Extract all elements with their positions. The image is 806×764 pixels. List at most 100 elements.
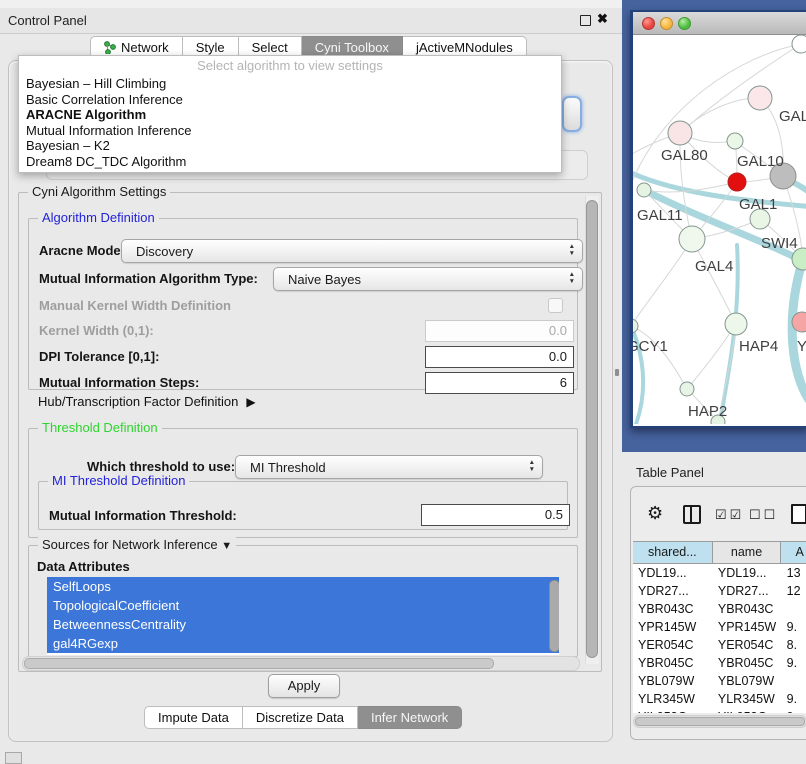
table-cell: YPR145W [713, 618, 782, 636]
settings-horizontal-scrollbar-thumb[interactable] [24, 658, 494, 669]
data-attributes-list: SelfLoopsTopologicalCoefficientBetweenne… [47, 577, 559, 655]
table-cell: YIL053C [713, 708, 782, 713]
table-row[interactable]: YDR27...YDR27...12 [633, 582, 806, 600]
minimize-button[interactable] [660, 17, 673, 30]
dpi-tolerance-label: DPI Tolerance [0,1]: [39, 349, 159, 364]
node-gal7[interactable] [748, 86, 772, 110]
node-red[interactable] [728, 173, 746, 191]
node-label-gal4: GAL4 [695, 258, 733, 275]
scrollbar-thumb[interactable] [635, 717, 805, 726]
tab-impute-data[interactable]: Impute Data [144, 706, 243, 729]
node-label-gal11: GAL11 [637, 207, 683, 224]
deselect-checkboxes-icon[interactable]: ☐☐ [749, 507, 778, 523]
table-cell: YER054C [713, 636, 782, 654]
table-cell: YLR345W [713, 690, 782, 708]
control-panel-titlebar: Control Panel ✖ [0, 8, 622, 34]
collapse-arrow-icon[interactable]: ▼ [221, 540, 232, 552]
algorithm-option-mutual-information-inference[interactable]: Mutual Information Inference [19, 123, 561, 139]
table-row[interactable]: YIL053CYIL053C9 [633, 708, 806, 713]
which-threshold-select[interactable]: MI Threshold ▲▼ [235, 455, 543, 479]
table-row[interactable]: YBL079WYBL079W [633, 672, 806, 690]
tab-label: Cyni Toolbox [315, 40, 389, 55]
aracne-mode-select[interactable]: Discovery ▲▼ [121, 239, 583, 263]
mi-steps-input[interactable]: 6 [425, 372, 574, 394]
algorithm-option-dream8-dc-tdc-algorithm[interactable]: Dream8 DC_TDC Algorithm [19, 154, 561, 170]
network-view-window: GAL7GAL80GAL10GAL1SWI4GAL11GAL4GCY1HAP4Y… [630, 10, 806, 428]
node-attribute-table: shared...nameA YDL19...YDL19...13YDR27..… [633, 541, 806, 713]
float-window-icon[interactable] [580, 15, 591, 26]
hub-definition-toggle[interactable]: Hub/Transcription Factor Definition ▶ [38, 394, 256, 409]
focused-spinner-fragment[interactable] [562, 96, 582, 132]
algorithm-option-aracne-algorithm[interactable]: ARACNE Algorithm [19, 107, 561, 123]
tab-discretize-data[interactable]: Discretize Data [243, 706, 358, 729]
attribute-item-betweennesscentrality[interactable]: BetweennessCentrality [47, 615, 559, 634]
table-row[interactable]: YDL19...YDL19...13 [633, 564, 806, 582]
zoom-button[interactable] [678, 17, 691, 30]
node-gcy1[interactable] [633, 319, 638, 333]
panel-corner-icon[interactable] [5, 752, 22, 764]
attribute-item-gal4rgexp[interactable]: gal4RGexp [47, 634, 559, 653]
network-window-titlebar[interactable] [633, 12, 806, 35]
table-row[interactable]: YER054CYER054C8. [633, 636, 806, 654]
algorithm-option-bayesian-hill-climbing[interactable]: Bayesian – Hill Climbing [19, 76, 561, 92]
table-cell: 9 [782, 708, 806, 713]
node-hap4[interactable] [725, 313, 747, 335]
table-cell: YDL19... [713, 564, 782, 582]
dpi-tolerance-input[interactable]: 0.0 [425, 346, 574, 368]
network-edge [633, 239, 692, 326]
aracne-mode-value: Discovery [136, 244, 193, 259]
splitter-handle[interactable] [615, 369, 619, 376]
settings-vertical-scrollbar-thumb[interactable] [586, 200, 598, 658]
mi-algorithm-type-select[interactable]: Naive Bayes ▲▼ [273, 267, 583, 291]
sources-title: Sources for Network Inference [42, 537, 218, 552]
table-row[interactable]: YBR045CYBR045C9. [633, 654, 806, 672]
tab-infer-network[interactable]: Infer Network [358, 706, 462, 729]
document-icon[interactable] [791, 504, 806, 524]
table-panel-title: Table Panel [636, 465, 704, 480]
close-button[interactable] [642, 17, 655, 30]
attribute-item-selfloops[interactable]: SelfLoops [47, 577, 559, 596]
mi-threshold-definition-group: MI Threshold Definition Mutual Informati… [38, 481, 568, 530]
group-title: MI Threshold Definition [48, 473, 189, 488]
network-canvas[interactable]: GAL7GAL80GAL10GAL1SWI4GAL11GAL4GCY1HAP4Y… [633, 35, 806, 424]
table-panel: Table Panel ⚙ ☑☑ ☐☐ shared...nameA YDL19… [622, 452, 806, 762]
stepper-arrows-icon: ▲▼ [569, 243, 575, 257]
close-icon[interactable]: ✖ [597, 11, 608, 27]
manual-kernel-width-checkbox[interactable] [548, 298, 563, 313]
table-cell [782, 672, 806, 690]
table-row[interactable]: YPR145WYPR145W9. [633, 618, 806, 636]
mi-threshold-input[interactable]: 0.5 [421, 504, 570, 526]
table-header-row: shared...nameA [633, 541, 806, 564]
kernel-width-input: 0.0 [425, 320, 574, 342]
group-title: Threshold Definition [38, 420, 162, 435]
column-view-icon[interactable] [683, 505, 701, 524]
node-top[interactable] [792, 35, 806, 53]
gear-icon[interactable]: ⚙ [647, 503, 663, 524]
column-header-a[interactable]: A [781, 542, 806, 563]
select-all-checkboxes-icon[interactable]: ☑☑ [715, 507, 744, 523]
node-gal11[interactable] [637, 183, 651, 197]
hub-definition-label: Hub/Transcription Factor Definition [38, 394, 238, 409]
network-edge [680, 98, 760, 133]
node-hap2[interactable] [680, 382, 694, 396]
apply-button[interactable]: Apply [268, 674, 340, 698]
node-gal80[interactable] [668, 121, 692, 145]
attributes-scrollbar[interactable] [549, 579, 558, 652]
kernel-width-label: Kernel Width (0,1): [39, 323, 154, 338]
algorithm-option-bayesian-k2[interactable]: Bayesian – K2 [19, 138, 561, 154]
table-horizontal-scrollbar[interactable] [633, 715, 806, 728]
node-gal10[interactable] [727, 133, 743, 149]
column-header-name[interactable]: name [713, 542, 782, 563]
node-gal4[interactable] [679, 226, 705, 252]
sources-toggle[interactable]: Sources for Network Inference ▼ [38, 537, 236, 552]
algorithm-definition-group: Algorithm Definition Aracne Mode: Discov… [28, 218, 578, 390]
attribute-item-topologicalcoefficient[interactable]: TopologicalCoefficient [47, 596, 559, 615]
table-panel-body: ⚙ ☑☑ ☐☐ shared...nameA YDL19...YDL19...1… [630, 486, 806, 740]
expand-arrow-icon[interactable]: ▶ [246, 395, 255, 409]
table-row[interactable]: YBR043CYBR043C [633, 600, 806, 618]
column-header-shared[interactable]: shared... [633, 542, 713, 563]
table-row[interactable]: YLR345WYLR345W9. [633, 690, 806, 708]
algorithm-dropdown-list: Bayesian – Hill ClimbingBasic Correlatio… [19, 76, 561, 170]
scrollbar-thumb[interactable] [549, 580, 559, 652]
algorithm-option-basic-correlation-inference[interactable]: Basic Correlation Inference [19, 92, 561, 108]
